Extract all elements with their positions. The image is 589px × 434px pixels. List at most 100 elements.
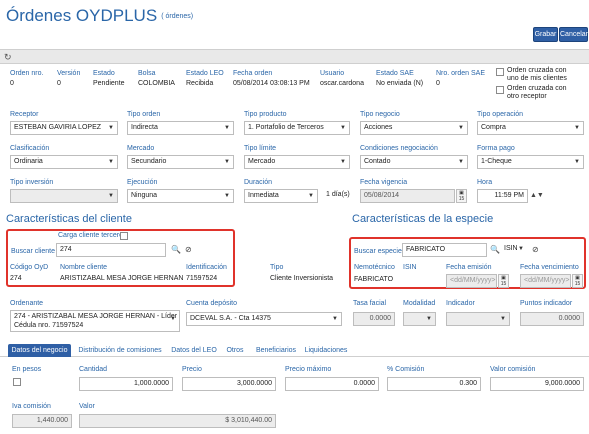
en-pesos-checkbox[interactable] (13, 378, 21, 386)
carga-tercero-checkbox[interactable] (120, 232, 128, 240)
cantidad-input[interactable]: 1,000.0000 (79, 377, 173, 391)
puntos-indicador-input[interactable]: 0.0000 (520, 312, 584, 326)
orden-nro-label: Orden nro. (10, 70, 44, 77)
clasificacion-select[interactable]: Ordinaria ▼ (10, 155, 118, 169)
indicador-select[interactable]: ▼ (446, 312, 510, 326)
forma-pago-select[interactable]: 1-Cheque ▼ (477, 155, 584, 169)
tipo-cliente-value: Cliente Inversionista (270, 275, 334, 282)
chevron-down-icon: ▼ (224, 125, 230, 131)
isin-select[interactable]: ISIN ▼ (501, 243, 527, 257)
tab-otros[interactable]: Otros (224, 344, 246, 357)
receptor-select[interactable]: ESTEBAN GAVIRIA LOPEZ ▼ (10, 121, 118, 135)
page-subtitle: ( órdenes) (161, 13, 194, 20)
orden-sae-label: Nro. orden SAE (436, 70, 486, 77)
cruzada-otro-receptor-checkbox[interactable] (496, 86, 504, 94)
tab-beneficiarios[interactable]: Beneficiarios (254, 344, 298, 357)
tipo-operacion-label: Tipo operación (477, 111, 524, 118)
ordenante-line2: Cédula nro. 71597524 (14, 322, 84, 329)
cancel-button[interactable]: Cancelar (559, 27, 588, 42)
ejecucion-label: Ejecución (127, 179, 158, 186)
fecha-vencimiento-label: Fecha vencimiento (520, 264, 579, 271)
tipo-limite-select[interactable]: Mercado ▼ (244, 155, 350, 169)
clasificacion-value: Ordinaria (14, 158, 43, 165)
chevron-down-icon: ▼ (458, 125, 464, 131)
forma-pago-value: 1-Cheque (481, 158, 512, 165)
calendar-icon[interactable]: ▣ 15 (572, 274, 583, 288)
chevron-down-icon: ▼ (108, 159, 114, 165)
puntos-indicador-label: Puntos indicador (520, 300, 573, 307)
calendar-icon[interactable]: ▣ 15 (456, 189, 467, 203)
chevron-down-icon: ▼ (518, 246, 524, 252)
tipo-operacion-select[interactable]: Compra ▼ (477, 121, 584, 135)
valor-comision-input[interactable]: 9,000.0000 (490, 377, 584, 391)
chevron-down-icon: ▼ (458, 159, 464, 165)
chevron-down-icon: ▼ (426, 316, 432, 322)
duracion-label: Duración (244, 179, 273, 186)
tab-liquidaciones[interactable]: Liquidaciones (304, 344, 348, 357)
calendar-icon[interactable]: ▣ 15 (498, 274, 509, 288)
hora-input[interactable]: 11:59 PM (477, 189, 528, 203)
ejecucion-select[interactable]: Ninguna ▼ (127, 189, 234, 203)
nombre-cliente-value: ARISTIZABAL MESA JORGE HERNAN (60, 275, 184, 282)
cuenta-deposito-select[interactable]: DCEVAL S.A. - Cta 14375 ▼ (186, 312, 342, 326)
orden-nro-value: 0 (10, 80, 14, 87)
identificacion-value: 71597524 (186, 275, 218, 282)
carga-tercero-label: Carga cliente tercero (58, 232, 123, 239)
mercado-select[interactable]: Secundario ▼ (127, 155, 234, 169)
ejecucion-value: Ninguna (131, 192, 158, 199)
refresh-icon[interactable]: ↻ (4, 52, 14, 62)
iva-comision-label: Iva comisión (12, 403, 51, 410)
precio-maximo-input[interactable]: 0.0000 (285, 377, 379, 391)
precio-maximo-label: Precio máximo (285, 366, 332, 373)
save-button[interactable]: Grabar (533, 27, 558, 42)
cruzada-mis-clientes-checkbox[interactable] (496, 68, 504, 76)
tipo-negocio-select[interactable]: Acciones ▼ (360, 121, 468, 135)
buscar-cliente-input[interactable]: 274 (56, 243, 166, 257)
fecha-vencimiento-placeholder: <dd/MM/yyyy> (524, 277, 570, 284)
precio-input[interactable]: 3,000.0000 (182, 377, 276, 391)
iva-comision-input[interactable]: 1,440.000 (12, 414, 72, 428)
condiciones-label: Condiciones negociación (360, 145, 438, 152)
search-icon[interactable]: 🔍 (171, 245, 181, 255)
orden-sae-value: 0 (436, 80, 440, 87)
orders-window: Órdenes OYDPLUS( órdenes) Grabar Cancela… (0, 0, 589, 434)
valor-label: Valor (79, 403, 95, 410)
tipo-producto-select[interactable]: 1. Portafolio de Terceros ▼ (244, 121, 350, 135)
chevron-down-icon: ▼ (332, 316, 338, 322)
page-title-text: Órdenes OYDPLUS (6, 6, 158, 25)
fecha-emision-input[interactable]: <dd/MM/yyyy> (446, 274, 497, 288)
duracion-select[interactable]: Inmediata ▼ (244, 189, 318, 203)
tab-datos-negocio[interactable]: Datos del negocio (8, 344, 71, 357)
condiciones-select[interactable]: Contado ▼ (360, 155, 468, 169)
comision-pct-input[interactable]: 0.300 (387, 377, 481, 391)
receptor-label: Receptor (10, 111, 39, 118)
ordenante-line1: 274 - ARISTIZABAL MESA JORGE HERNAN - Lí… (14, 313, 178, 320)
modalidad-select[interactable]: ▼ (403, 312, 436, 326)
tab-distribucion-comisiones[interactable]: Distribución de comisiones (78, 344, 162, 357)
buscar-especie-label: Buscar especie (354, 248, 402, 255)
tab-datos-leo[interactable]: Datos del LEO (170, 344, 218, 357)
cruzada-mis-clientes-label: Orden cruzada con uno de mis clientes (507, 67, 567, 82)
valor-input[interactable]: $ 3,010,440.00 (79, 414, 276, 428)
fecha-vencimiento-input[interactable]: <dd/MM/yyyy> (520, 274, 571, 288)
chevron-down-icon: ▼ (500, 316, 506, 322)
tipo-orden-label: Tipo orden (127, 111, 161, 118)
tipo-inversion-select[interactable]: ▼ (10, 189, 118, 203)
search-icon[interactable]: 🔍 (490, 245, 500, 255)
tasa-facial-input[interactable]: 0.0000 (353, 312, 395, 326)
cliente-section-title: Características del cliente (6, 213, 132, 225)
modalidad-label: Modalidad (403, 300, 436, 307)
chevron-down-icon: ▼ (170, 316, 176, 322)
cruzada-otro-receptor-label: Orden cruzada con otro receptor (507, 85, 567, 100)
tipo-limite-value: Mercado (248, 158, 276, 165)
fecha-vigencia-input[interactable]: 05/08/2014 (360, 189, 455, 203)
ordenante-select[interactable]: 274 - ARISTIZABAL MESA JORGE HERNAN - Lí… (10, 310, 180, 332)
condiciones-value: Contado (364, 158, 391, 165)
codigo-oyd-value: 274 (10, 275, 22, 282)
time-spinner-icon[interactable]: ▲▼ (530, 191, 544, 201)
clear-filter-icon[interactable]: ⊘ (185, 245, 192, 255)
clear-filter-icon[interactable]: ⊘ (532, 245, 539, 255)
cuenta-deposito-value: DCEVAL S.A. - Cta 14375 (190, 315, 271, 322)
buscar-especie-input[interactable]: FABRICATO (402, 243, 487, 257)
tipo-orden-select[interactable]: Indirecta ▼ (127, 121, 234, 135)
